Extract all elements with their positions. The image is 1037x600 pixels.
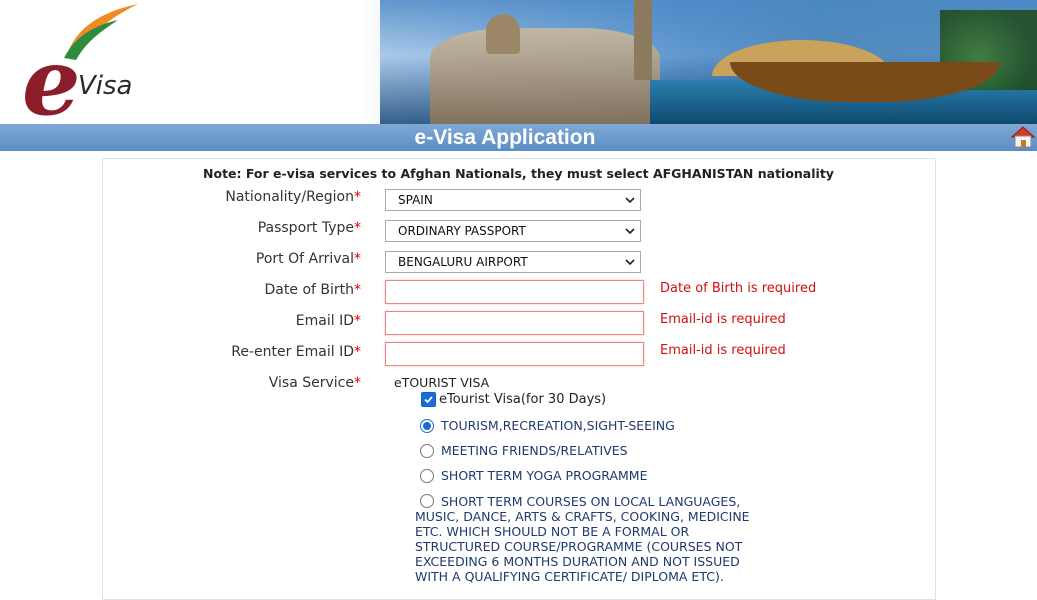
reemail-input[interactable]: [385, 342, 644, 366]
banner-dome-image: [486, 14, 520, 54]
email-input[interactable]: [385, 311, 644, 335]
radio-short-courses-label[interactable]: SHORT TERM COURSES ON LOCAL LANGUAGES, M…: [415, 494, 755, 584]
logo-initial: e: [22, 28, 81, 120]
afghan-note: Note: For e-visa services to Afghan Nati…: [203, 166, 834, 181]
radio-tourism[interactable]: [420, 419, 434, 433]
etourist-30-days-label[interactable]: eTourist Visa(for 30 Days): [439, 392, 606, 407]
radio-yoga-label[interactable]: SHORT TERM YOGA PROGRAMME: [441, 468, 647, 483]
port-of-arrival-label: Port Of Arrival*: [255, 251, 361, 267]
radio-meeting-friends-label[interactable]: MEETING FRIENDS/RELATIVES: [441, 443, 628, 458]
logo-text: Visa: [78, 71, 133, 101]
dob-error: Date of Birth is required: [660, 281, 817, 296]
title-bar: e-Visa Application: [0, 124, 1037, 151]
reemail-error: Email-id is required: [660, 343, 786, 358]
checkmark-icon: [424, 396, 433, 404]
dob-input[interactable]: [385, 280, 644, 304]
radio-tourism-label[interactable]: TOURISM,RECREATION,SIGHT-SEEING: [441, 418, 675, 433]
nationality-select[interactable]: SPAIN: [385, 189, 641, 211]
radio-yoga[interactable]: [420, 469, 434, 483]
visa-service-label: Visa Service*: [268, 375, 361, 391]
chevron-down-icon: [625, 228, 635, 235]
radio-meeting-friends[interactable]: [420, 444, 434, 458]
dob-label: Date of Birth*: [264, 282, 361, 298]
nationality-label: Nationality/Region*: [225, 189, 361, 205]
banner-tower-image: [634, 0, 652, 80]
reemail-label: Re-enter Email ID*: [231, 344, 361, 360]
email-label: Email ID*: [295, 313, 361, 329]
header-banner: e Visa: [0, 0, 1037, 124]
page-title: e-Visa Application: [414, 126, 596, 149]
chevron-down-icon: [625, 259, 635, 266]
port-of-arrival-select[interactable]: BENGALURU AIRPORT: [385, 251, 641, 273]
banner-building-image: [430, 28, 660, 124]
etourist-30-days-checkbox[interactable]: [421, 392, 436, 407]
visa-type-heading: eTOURIST VISA: [394, 375, 490, 390]
email-error: Email-id is required: [660, 312, 786, 327]
chevron-down-icon: [625, 197, 635, 204]
home-icon[interactable]: [1010, 125, 1036, 149]
passport-type-label: Passport Type*: [257, 220, 361, 236]
evisa-logo: e Visa: [20, 2, 150, 120]
passport-type-select[interactable]: ORDINARY PASSPORT: [385, 220, 641, 242]
